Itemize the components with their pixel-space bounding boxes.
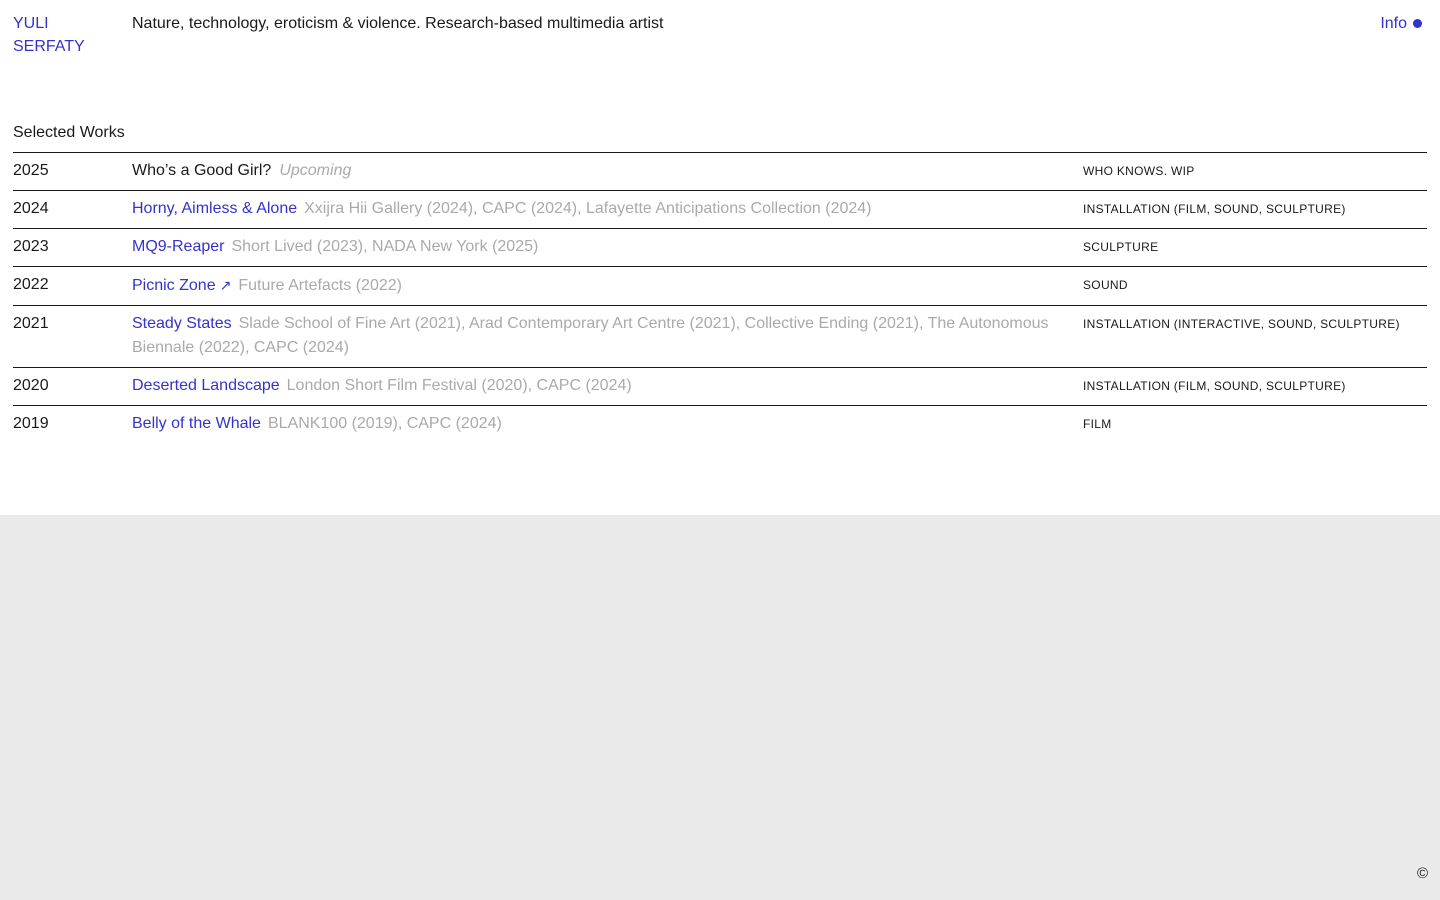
work-row: 2024 Horny, Aimless & Alone Xxijra Hii Gal… xyxy=(13,191,1427,229)
work-title-link[interactable]: Belly of the Whale xyxy=(132,415,261,432)
dot-icon xyxy=(1413,19,1422,28)
work-year: 2024 xyxy=(13,200,49,217)
work-details: Belly of the Whale BLANK100 (2019), CAPC … xyxy=(132,412,1083,436)
info-button[interactable]: Info xyxy=(1380,12,1422,35)
work-category: INSTALLATION (FILM, SOUND, SCULPTURE) xyxy=(1083,202,1346,216)
artist-name-link[interactable]: YULI SERFATY xyxy=(13,12,113,58)
work-exhibitions: Short Lived (2023), NADA New York (2025) xyxy=(231,238,539,255)
work-details: Deserted Landscape London Short Film Fest… xyxy=(132,374,1083,398)
work-exhibitions: Xxijra Hii Gallery (2024), CAPC (2024), … xyxy=(304,200,872,217)
work-exhibitions: London Short Film Festival (2020), CAPC … xyxy=(286,377,632,394)
work-exhibitions: Future Artefacts (2022) xyxy=(238,277,402,294)
work-title-link[interactable]: Deserted Landscape xyxy=(132,377,280,394)
work-title: Who’s a Good Girl? xyxy=(132,162,272,179)
tagline: Nature, technology, eroticism & violence… xyxy=(132,15,664,32)
work-year: 2021 xyxy=(13,315,49,332)
work-year: 2022 xyxy=(13,276,49,293)
copyright-icon[interactable]: © xyxy=(1417,865,1428,882)
main-content: YULI SERFATY Nature, technology, erotici… xyxy=(0,0,1440,515)
work-row: 2022 Picnic Zone ↗ Future Artefacts (2022) S… xyxy=(13,267,1427,306)
work-exhibitions: BLANK100 (2019), CAPC (2024) xyxy=(267,415,502,432)
work-category: INSTALLATION (INTERACTIVE, SOUND, SCULPT… xyxy=(1083,317,1400,331)
section-title: Selected Works xyxy=(13,124,125,141)
external-link-arrow-icon[interactable]: ↗ xyxy=(220,277,232,293)
work-row: 2020 Deserted Landscape London Short Film … xyxy=(13,368,1427,406)
work-category: INSTALLATION (FILM, SOUND, SCULPTURE) xyxy=(1083,379,1346,393)
work-details: Steady States Slade School of Fine Art (2… xyxy=(132,312,1083,360)
work-row: 2021 Steady States Slade School of Fine Ar… xyxy=(13,306,1427,368)
footer: © xyxy=(0,515,1440,900)
work-category: SOUND xyxy=(1083,278,1128,292)
work-category: FILM xyxy=(1083,417,1112,431)
work-title-link[interactable]: Picnic Zone xyxy=(132,277,216,294)
work-row: 2025 Who’s a Good Girl? Upcoming WHO KNOWS.… xyxy=(13,153,1427,191)
work-category: SCULPTURE xyxy=(1083,240,1159,254)
work-title-link[interactable]: Steady States xyxy=(132,315,232,332)
work-category: WHO KNOWS. WIP xyxy=(1083,164,1195,178)
work-year: 2025 xyxy=(13,162,49,179)
work-row: 2023 MQ9-Reaper Short Lived (2023), NADA N… xyxy=(13,229,1427,267)
work-year: 2020 xyxy=(13,377,49,394)
work-year: 2019 xyxy=(13,415,49,432)
artist-name-last: SERFATY xyxy=(13,38,85,55)
work-details: MQ9-Reaper Short Lived (2023), NADA New Y… xyxy=(132,235,1083,259)
work-exhibitions: Slade School of Fine Art (2021), Arad Co… xyxy=(132,315,1049,356)
work-title-link[interactable]: MQ9-Reaper xyxy=(132,238,224,255)
work-year: 2023 xyxy=(13,238,49,255)
artist-name-first: YULI xyxy=(13,15,49,32)
work-title-link[interactable]: Horny, Aimless & Alone xyxy=(132,200,297,217)
work-row: 2019 Belly of the Whale BLANK100 (2019), C… xyxy=(13,406,1427,443)
work-details: Picnic Zone ↗ Future Artefacts (2022) xyxy=(132,273,1083,298)
work-status: Upcoming xyxy=(279,162,352,179)
work-details: Who’s a Good Girl? Upcoming xyxy=(132,159,1083,183)
info-label: Info xyxy=(1380,15,1407,32)
work-details: Horny, Aimless & Alone Xxijra Hii Gallery… xyxy=(132,197,1083,221)
works-list: 2025 Who’s a Good Girl? Upcoming WHO KNOWS.… xyxy=(13,152,1427,443)
